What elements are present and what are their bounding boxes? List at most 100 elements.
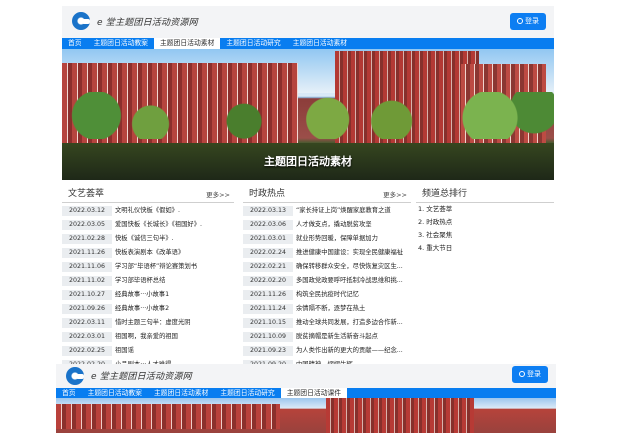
nav-research[interactable]: 主题团日活动研究	[214, 388, 280, 399]
nav-home[interactable]: 首页	[56, 388, 82, 399]
item-date: 2021.11.26	[243, 290, 293, 300]
list-item[interactable]: 2021.11.24 余情隔不断，逐梦在热土	[243, 304, 411, 315]
item-date: 2021.09.26	[62, 304, 112, 314]
site-header: e 堂主题团日活动资源网 登录	[56, 364, 556, 388]
item-date: 2021.10.27	[62, 290, 112, 300]
nav-research[interactable]: 主题团日活动研究	[220, 38, 286, 49]
list-item[interactable]: 2021.02.28 快板《诚信三句半》.	[62, 234, 234, 245]
login-button[interactable]: 登录	[512, 366, 548, 383]
nav-materials[interactable]: 主题团日活动素材	[148, 388, 214, 399]
nav-lesson-plans[interactable]: 主题团日活动教案	[82, 388, 148, 399]
list-item[interactable]: 2022.03.12 文明礼仪快板《假如》.	[62, 206, 234, 217]
list-item[interactable]: 2021.11.26 快板表演剧本《改革语》	[62, 248, 234, 259]
list-item[interactable]: 2022.03.06 人才做支点，撬动脱贫攻坚	[243, 220, 411, 231]
site-title[interactable]: e 堂主题团日活动资源网	[97, 15, 198, 28]
item-title[interactable]: 余情隔不断，逐梦在热土	[296, 304, 365, 314]
ranking-header: 频道总排行	[416, 181, 554, 203]
list-item[interactable]: 2022.02.21 确保转移群众安全，尽快恢复灾区生...	[243, 262, 411, 273]
nav-materials-active[interactable]: 主题团日活动素材	[153, 38, 221, 49]
item-title[interactable]: 祖国谣	[115, 346, 134, 356]
list-item[interactable]: 2021.10.15 推动全球共同发展，打造多边合作新...	[243, 318, 411, 329]
item-title[interactable]: 祖国啊，我亲爱的祖国	[115, 332, 178, 342]
item-title[interactable]: 就业形势回暖，保障单据加力	[296, 234, 378, 244]
list-item[interactable]: 2021.10.09 脱贫摘帽是新生活新奋斗起点	[243, 332, 411, 343]
item-date: 2022.03.13	[243, 206, 293, 216]
site-header: e 堂主题团日活动资源网 登录	[62, 6, 554, 38]
item-title[interactable]: 为人类作出新的更大的贡献——纪念...	[296, 346, 403, 356]
item-date: 2022.02.25	[62, 346, 112, 356]
list-item[interactable]: 2021.09.26 经典故事···小故事2	[62, 304, 234, 315]
item-title[interactable]: 经典故事···小故事2	[115, 304, 169, 314]
list-item[interactable]: 2021.03.01 就业形势回暖，保障单据加力	[243, 234, 411, 245]
item-title[interactable]: 人才做支点，撬动脱贫攻坚	[296, 220, 372, 230]
nav-lesson-plans[interactable]: 主题团日活动教案	[88, 38, 154, 49]
nav-materials[interactable]: 主题团日活动素材	[287, 38, 353, 49]
literature-header: 文艺荟萃 更多>>	[62, 181, 234, 203]
list-item[interactable]: 2022.03.11 惜时主题三句半：虚度光阴	[62, 318, 234, 329]
item-date: 2021.03.01	[243, 234, 293, 244]
login-label: 登录	[527, 370, 541, 378]
item-date: 2021.10.15	[243, 318, 293, 328]
nav-home[interactable]: 首页	[62, 38, 88, 49]
item-title[interactable]: “家长持证上岗”焕醒家庭教育之道	[296, 206, 391, 216]
page-container: e 堂主题团日活动资源网 登录 首页 主题团日活动教案 主题团日活动素材 主题团…	[0, 0, 639, 433]
site-logo-icon[interactable]	[72, 12, 90, 30]
politics-section: 时政热点 更多>> 2022.03.13 “家长持证上岗”焕醒家庭教育之道 202…	[243, 181, 411, 370]
list-item[interactable]: 2022.02.25 祖国谣	[62, 346, 234, 357]
item-date: 2021.02.28	[62, 234, 112, 244]
item-title[interactable]: 确保转移群众安全，尽快恢复灾区生...	[296, 262, 403, 272]
item-title[interactable]: 快板表演剧本《改革语》	[115, 248, 184, 258]
item-date: 2022.03.12	[62, 206, 112, 216]
more-link[interactable]: 更多>>	[206, 189, 230, 199]
item-title[interactable]: 学习部“毕语杯”辩论赛策划书	[115, 262, 197, 272]
item-date: 2022.03.11	[62, 318, 112, 328]
item-title[interactable]: 惜时主题三句半：虚度光阴	[115, 318, 191, 328]
item-date: 2021.09.23	[243, 346, 293, 356]
item-date: 2021.11.02	[62, 276, 112, 286]
main-navigation: 首页 主题团日活动教案 主题团日活动素材 主题团日活动研究 主题团日活动素材	[62, 38, 554, 49]
main-navigation: 首页 主题团日活动教案 主题团日活动素材 主题团日活动研究 主题团日活动课件	[56, 387, 556, 399]
site-logo-icon[interactable]	[66, 367, 84, 385]
banner-trees	[62, 92, 554, 139]
ranking-section: 频道总排行 1. 文艺荟萃 2. 时政热点 3. 社会聚焦 4. 重大节日	[416, 181, 554, 356]
item-title[interactable]: 学习部毕语杯总结	[115, 276, 165, 286]
item-title[interactable]: 多国政党政要呼吁抵制冷战思维和挑...	[296, 276, 403, 286]
ranking-item[interactable]: 2. 时政热点	[418, 216, 554, 229]
literature-section: 文艺荟萃 更多>> 2022.03.12 文明礼仪快板《假如》. 2022.03.…	[62, 181, 234, 370]
item-title[interactable]: 经典故事···小故事1	[115, 290, 169, 300]
item-date: 2022.02.24	[243, 248, 293, 258]
item-date: 2022.02.20	[243, 276, 293, 286]
list-item[interactable]: 2022.02.24 推进健康中国建设：实现全民健康福祉	[243, 248, 411, 259]
list-item[interactable]: 2022.02.20 多国政党政要呼吁抵制冷战思维和挑...	[243, 276, 411, 287]
item-title[interactable]: 构筑全民抗疫时代记忆	[296, 290, 359, 300]
item-title[interactable]: 文明礼仪快板《假如》.	[115, 206, 180, 216]
item-title[interactable]: 爱国快板《长城长》《祖国好》.	[115, 220, 202, 230]
nav-courseware-active[interactable]: 主题团日活动课件	[280, 387, 348, 399]
list-item[interactable]: 2021.11.06 学习部“毕语杯”辩论赛策划书	[62, 262, 234, 273]
more-link[interactable]: 更多>>	[383, 189, 407, 199]
item-date: 2022.02.21	[243, 262, 293, 272]
list-item[interactable]: 2022.03.13 “家长持证上岗”焕醒家庭教育之道	[243, 206, 411, 217]
item-title[interactable]: 推进健康中国建设：实现全民健康福祉	[296, 248, 403, 258]
ranking-item[interactable]: 1. 文艺荟萃	[418, 203, 554, 216]
list-item[interactable]: 2021.11.02 学习部毕语杯总结	[62, 276, 234, 287]
item-title[interactable]: 脱贫摘帽是新生活新奋斗起点	[296, 332, 378, 342]
ranking-item[interactable]: 4. 重大节日	[418, 242, 554, 255]
item-date: 2021.11.06	[62, 262, 112, 272]
content-columns: 文艺荟萃 更多>> 2022.03.12 文明礼仪快板《假如》. 2022.03.…	[62, 181, 554, 370]
list-item[interactable]: 2022.03.01 祖国啊，我亲爱的祖国	[62, 332, 234, 343]
item-title[interactable]: 快板《诚信三句半》.	[115, 234, 174, 244]
list-item[interactable]: 2022.03.05 爱国快板《长城长》《祖国好》.	[62, 220, 234, 231]
item-date: 2021.11.26	[62, 248, 112, 258]
list-item[interactable]: 2021.10.27 经典故事···小故事1	[62, 290, 234, 301]
list-item[interactable]: 2021.11.26 构筑全民抗疫时代记忆	[243, 290, 411, 301]
site-title[interactable]: e 堂主题团日活动资源网	[91, 369, 192, 382]
login-button[interactable]: 登录	[510, 13, 546, 30]
item-date: 2021.11.24	[243, 304, 293, 314]
item-date: 2022.03.05	[62, 220, 112, 230]
list-item[interactable]: 2021.09.23 为人类作出新的更大的贡献——纪念...	[243, 346, 411, 357]
ranking-item[interactable]: 3. 社会聚焦	[418, 229, 554, 242]
item-title[interactable]: 推动全球共同发展，打造多边合作新...	[296, 318, 403, 328]
campus-banner-image	[56, 398, 556, 433]
politics-header: 时政热点 更多>>	[243, 181, 411, 203]
